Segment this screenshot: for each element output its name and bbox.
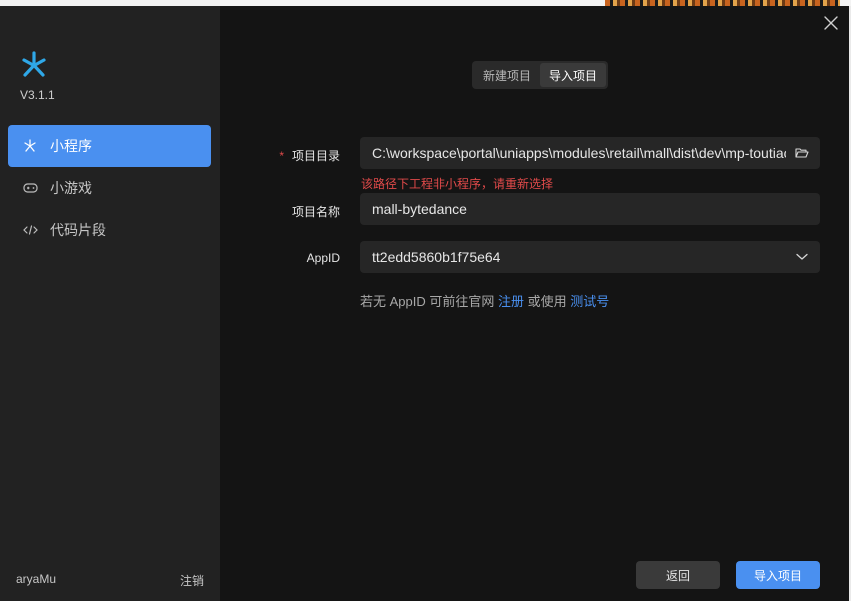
project-dir-field[interactable]: C:\workspace\portal\uniapps\modules\reta… bbox=[360, 137, 820, 169]
sidebar-item-miniprogram[interactable]: 小程序 bbox=[8, 125, 211, 167]
chevron-down-icon bbox=[794, 249, 810, 265]
project-name-value: mall-bytedance bbox=[372, 201, 467, 217]
app-version: V3.1.1 bbox=[20, 88, 55, 102]
appid-value: tt2edd5860b1f75e64 bbox=[372, 249, 501, 265]
import-project-window: V3.1.1 小程序 小游戏 代码片段 aryaMu 注销 新建项目 导入项目 … bbox=[0, 6, 849, 601]
sidebar-item-label: 小游戏 bbox=[50, 180, 92, 196]
tab-import-project[interactable]: 导入项目 bbox=[540, 63, 606, 87]
code-icon bbox=[22, 222, 38, 238]
back-button[interactable]: 返回 bbox=[636, 561, 720, 589]
project-dir-value: C:\workspace\portal\uniapps\modules\reta… bbox=[372, 145, 786, 161]
sidebar-item-label: 代码片段 bbox=[50, 222, 106, 238]
logout-link[interactable]: 注销 bbox=[180, 572, 204, 589]
sidebar: V3.1.1 小程序 小游戏 代码片段 aryaMu 注销 bbox=[0, 6, 220, 601]
sidebar-item-label: 小程序 bbox=[50, 138, 92, 154]
import-project-button[interactable]: 导入项目 bbox=[736, 561, 820, 589]
app-logo-icon bbox=[22, 51, 46, 77]
gamepad-icon bbox=[22, 180, 38, 196]
user-name: aryaMu bbox=[16, 572, 57, 586]
project-name-input[interactable]: mall-bytedance bbox=[360, 193, 820, 225]
appid-select[interactable]: tt2edd5860b1f75e64 bbox=[360, 241, 820, 273]
sidebar-item-minigame[interactable]: 小游戏 bbox=[8, 167, 211, 209]
appid-hint: 若无 AppID 可前往官网 注册 或使用 测试号 bbox=[360, 294, 610, 309]
appid-label: AppID bbox=[306, 251, 340, 265]
project-dir-error: 该路径下工程非小程序，请重新选择 bbox=[361, 177, 554, 191]
tab-new-project[interactable]: 新建项目 bbox=[474, 63, 540, 87]
project-mode-tabs: 新建项目 导入项目 bbox=[472, 61, 608, 89]
register-link[interactable]: 注册 bbox=[498, 294, 524, 309]
project-dir-label: * 项目目录 bbox=[279, 149, 340, 163]
asterisk-icon bbox=[22, 138, 38, 154]
required-mark: * bbox=[279, 149, 284, 163]
close-icon[interactable] bbox=[822, 14, 840, 32]
folder-open-icon[interactable] bbox=[794, 145, 810, 161]
sidebar-item-code-snippet[interactable]: 代码片段 bbox=[8, 209, 211, 251]
project-name-label: 项目名称 bbox=[291, 205, 340, 219]
test-account-link[interactable]: 测试号 bbox=[570, 294, 609, 309]
